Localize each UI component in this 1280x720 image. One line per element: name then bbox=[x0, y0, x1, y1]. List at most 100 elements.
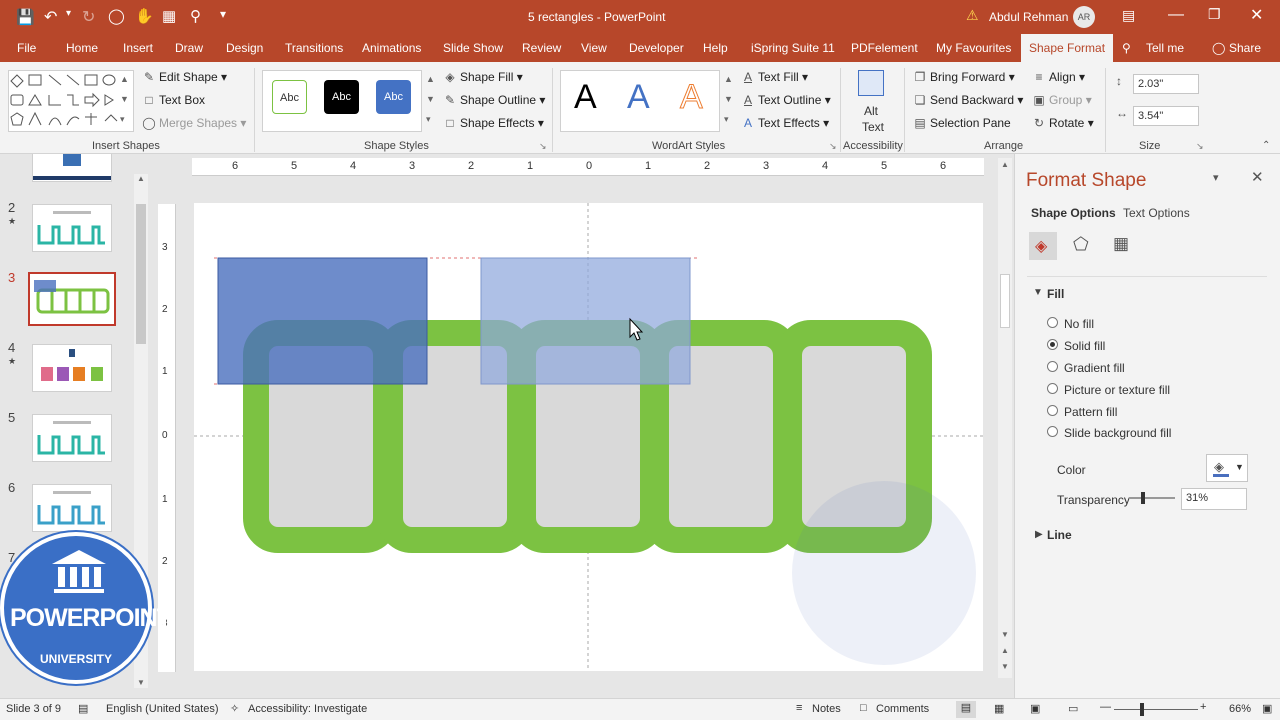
scroll-up-icon[interactable]: ▲ bbox=[137, 174, 145, 183]
restore-icon[interactable]: ❐ bbox=[1208, 6, 1221, 23]
size-properties-tab-icon[interactable]: ▦ bbox=[1113, 234, 1129, 254]
effects-tab-icon[interactable]: ⬠ bbox=[1073, 234, 1089, 255]
minimize-icon[interactable]: — bbox=[1168, 6, 1184, 24]
blue-rectangle-light[interactable] bbox=[480, 257, 691, 385]
tab-text-options[interactable]: Text Options bbox=[1123, 206, 1190, 220]
tab-draw[interactable]: Draw bbox=[175, 34, 203, 62]
wordart-up-icon[interactable]: ▲ bbox=[724, 74, 733, 84]
slide-counter[interactable]: Slide 3 of 9 bbox=[6, 703, 61, 715]
send-backward-button[interactable]: ❏ Send Backward ▾ bbox=[913, 90, 1024, 110]
tab-shape-options[interactable]: Shape Options bbox=[1031, 206, 1116, 220]
style-preset-blue[interactable]: Abc bbox=[376, 80, 411, 114]
user-name[interactable]: Abdul Rehman bbox=[989, 10, 1068, 24]
zoom-out-icon[interactable]: — bbox=[1100, 701, 1111, 713]
wordart-preset-blue[interactable]: A bbox=[627, 78, 650, 117]
slide-background-fill-label[interactable]: Slide background fill bbox=[1064, 426, 1171, 440]
slideshow-view-icon[interactable]: ▭ bbox=[1068, 702, 1078, 715]
undo-icon[interactable]: ↶ bbox=[44, 7, 57, 27]
rotate-button[interactable]: ↻ Rotate ▾ bbox=[1032, 113, 1094, 133]
line-section-header[interactable]: Line bbox=[1047, 528, 1072, 542]
bring-forward-button[interactable]: ❐ Bring Forward ▾ bbox=[913, 67, 1015, 87]
slide-background-fill-radio[interactable] bbox=[1047, 426, 1058, 437]
slide-thumbnail[interactable] bbox=[32, 154, 112, 182]
comments-button[interactable]: Comments bbox=[876, 703, 929, 715]
collapse-fill-icon[interactable]: ▼ bbox=[1033, 287, 1043, 298]
picture-fill-label[interactable]: Picture or texture fill bbox=[1064, 383, 1170, 397]
transparency-slider-thumb[interactable] bbox=[1141, 492, 1146, 504]
text-effects-button[interactable]: A Text Effects ▾ bbox=[741, 113, 829, 133]
slide-thumbnail[interactable] bbox=[32, 204, 112, 252]
group-button[interactable]: ▣ Group ▾ bbox=[1032, 90, 1091, 110]
tab-design[interactable]: Design bbox=[226, 34, 263, 62]
collapse-ribbon-icon[interactable]: ⌃ bbox=[1262, 140, 1270, 151]
accessibility-icon[interactable]: ✧ bbox=[230, 702, 239, 715]
wordart-preset-black[interactable]: A bbox=[574, 78, 597, 117]
close-window-icon[interactable]: ✕ bbox=[1250, 5, 1263, 25]
tab-ispring[interactable]: iSpring Suite 11 bbox=[751, 34, 835, 62]
zoom-slider[interactable] bbox=[1114, 709, 1198, 710]
styles-down-icon[interactable]: ▼ bbox=[426, 94, 435, 104]
tab-file[interactable]: File bbox=[17, 34, 36, 62]
tab-developer[interactable]: Developer bbox=[629, 34, 684, 62]
tab-transitions[interactable]: Transitions bbox=[285, 34, 343, 62]
touch-mode-icon[interactable]: ✋ bbox=[135, 7, 154, 25]
size-launcher-icon[interactable]: ↘ bbox=[1196, 141, 1204, 152]
wordart-more-icon[interactable]: ▾ bbox=[724, 114, 729, 125]
gallery-more-icon[interactable]: ▾ bbox=[120, 114, 125, 125]
style-preset-black[interactable]: Abc bbox=[324, 80, 359, 114]
scroll-thumb[interactable] bbox=[1000, 274, 1010, 328]
canvas-scrollbar[interactable]: ▲ ▼ ▲ ▼ bbox=[998, 158, 1012, 678]
no-fill-label[interactable]: No fill bbox=[1064, 317, 1094, 331]
gradient-fill-radio[interactable] bbox=[1047, 361, 1058, 372]
text-outline-button[interactable]: A Text Outline ▾ bbox=[741, 90, 831, 110]
scroll-down-icon[interactable]: ▼ bbox=[137, 678, 145, 687]
shape-outline-button[interactable]: ✎ Shape Outline ▾ bbox=[443, 90, 545, 110]
reading-view-icon[interactable]: ▣ bbox=[1030, 702, 1040, 715]
notes-button[interactable]: Notes bbox=[812, 703, 841, 715]
next-slide-icon[interactable]: ▼ bbox=[1001, 662, 1009, 671]
tab-review[interactable]: Review bbox=[522, 34, 561, 62]
tell-me-icon[interactable]: ⚲ bbox=[1122, 34, 1131, 62]
slide-canvas[interactable] bbox=[164, 173, 1004, 703]
share-icon[interactable]: ◯ bbox=[1212, 34, 1225, 62]
slide-thumbnail[interactable] bbox=[32, 344, 112, 392]
styles-up-icon[interactable]: ▲ bbox=[426, 74, 435, 84]
wordart-launcher-icon[interactable]: ↘ bbox=[829, 141, 837, 152]
zoom-slider-thumb[interactable] bbox=[1140, 703, 1144, 716]
gallery-up-icon[interactable]: ▲ bbox=[120, 74, 129, 84]
tab-home[interactable]: Home bbox=[66, 34, 98, 62]
pattern-fill-label[interactable]: Pattern fill bbox=[1064, 405, 1117, 419]
close-pane-icon[interactable]: ✕ bbox=[1251, 168, 1264, 186]
text-fill-button[interactable]: A Text Fill ▾ bbox=[741, 67, 808, 87]
pattern-fill-radio[interactable] bbox=[1047, 405, 1058, 416]
shapes-gallery[interactable] bbox=[8, 70, 134, 132]
text-box-button[interactable]: □ Text Box bbox=[142, 90, 205, 110]
customize-toolbar-icon[interactable]: ▾ bbox=[220, 7, 226, 21]
blue-rectangle-dark[interactable] bbox=[217, 257, 428, 385]
zoom-level[interactable]: 66% bbox=[1229, 703, 1251, 715]
scroll-thumb[interactable] bbox=[136, 204, 146, 344]
selection-pane-button[interactable]: ▤ Selection Pane bbox=[913, 113, 1010, 133]
pane-options-icon[interactable]: ▾ bbox=[1213, 171, 1219, 184]
expand-line-icon[interactable]: ▶ bbox=[1035, 529, 1043, 540]
alt-text-button[interactable]: Alt Text bbox=[850, 68, 894, 138]
tab-pdfelement[interactable]: PDFelement bbox=[851, 34, 918, 62]
edit-shape-button[interactable]: ✎ Edit Shape ▾ bbox=[142, 67, 227, 87]
redo-icon[interactable]: ↻ bbox=[82, 7, 95, 27]
ribbon-display-icon[interactable]: ▤ bbox=[1122, 7, 1135, 24]
avatar[interactable]: AR bbox=[1073, 6, 1095, 28]
transparency-input[interactable]: 31% bbox=[1181, 488, 1247, 510]
notes-icon[interactable]: ≡ bbox=[796, 702, 802, 714]
fill-line-tab[interactable]: ◈ bbox=[1029, 232, 1057, 260]
wordart-preset-orange[interactable]: A bbox=[680, 78, 704, 117]
wordart-down-icon[interactable]: ▼ bbox=[724, 94, 733, 104]
tab-help[interactable]: Help bbox=[703, 34, 728, 62]
tab-view[interactable]: View bbox=[581, 34, 607, 62]
solid-fill-label[interactable]: Solid fill bbox=[1064, 339, 1105, 353]
print-preview-icon[interactable]: ▦ bbox=[162, 7, 176, 25]
gradient-fill-label[interactable]: Gradient fill bbox=[1064, 361, 1125, 375]
scroll-down-icon[interactable]: ▼ bbox=[1001, 630, 1009, 639]
solid-fill-radio[interactable] bbox=[1047, 339, 1058, 350]
spelling-icon[interactable]: ▤ bbox=[78, 702, 88, 715]
previous-slide-icon[interactable]: ▲ bbox=[1001, 646, 1009, 655]
